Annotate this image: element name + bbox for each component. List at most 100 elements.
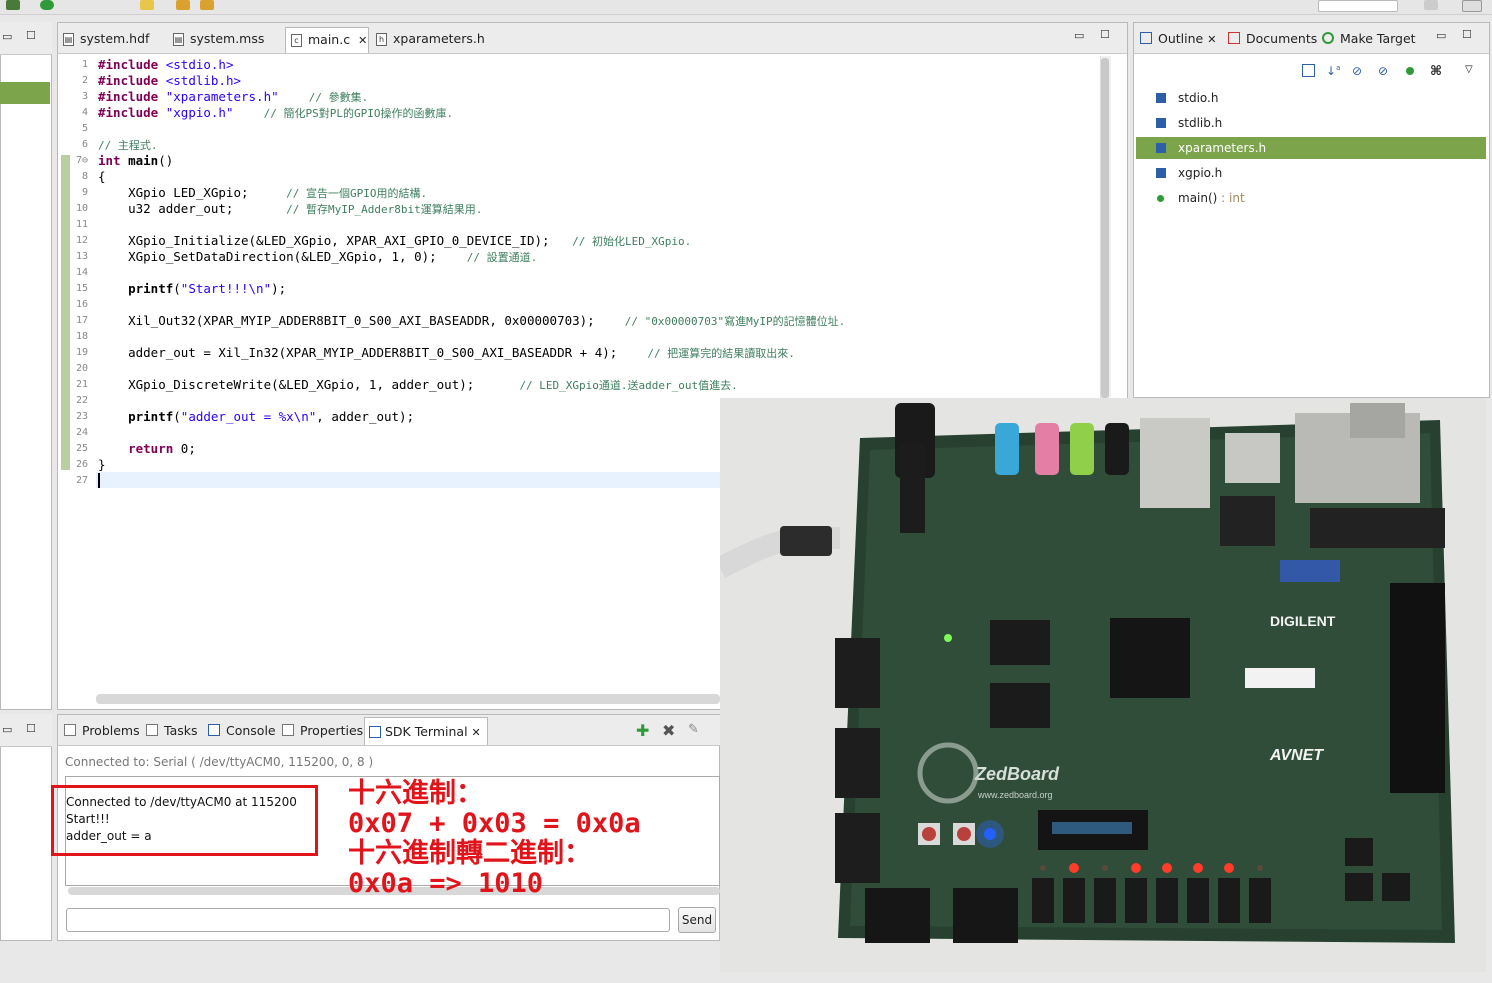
slide-switch: [1125, 878, 1147, 923]
connect-icon[interactable]: ✚: [636, 721, 649, 740]
collapse-all-icon[interactable]: [1302, 64, 1315, 77]
debug-icon[interactable]: [6, 0, 20, 10]
outline-item[interactable]: stdlib.h: [1136, 112, 1486, 134]
editor-scroll-thumb[interactable]: [1101, 58, 1109, 398]
line-number: 13: [75, 251, 88, 262]
minimize-icon[interactable]: ▭: [2, 723, 12, 736]
c-file-icon: c: [291, 34, 302, 47]
view-menu-icon[interactable]: ▽: [1465, 64, 1478, 77]
close-icon[interactable]: ✕: [1207, 33, 1216, 46]
tab-system-hdf[interactable]: ▤ system.hdf: [58, 27, 170, 53]
outline-item[interactable]: main() : int: [1136, 187, 1486, 209]
perspective-icon[interactable]: [1424, 0, 1438, 10]
outline-item[interactable]: stdio.h: [1136, 87, 1486, 109]
current-line-highlight: [96, 472, 720, 488]
tab-tasks[interactable]: Tasks: [144, 723, 198, 738]
status-led: [1193, 863, 1203, 873]
hide-fields-icon[interactable]: ⊘: [1352, 64, 1365, 78]
line-number: 11: [75, 219, 88, 230]
minimize-icon[interactable]: ▭: [1436, 29, 1446, 42]
bottom-left-view-header: ▭ ☐: [0, 714, 52, 747]
documents-icon: [1228, 32, 1240, 44]
code-line: u32 adder_out; // 暫存MyIP_Adder8bit運算結果用.: [98, 201, 483, 216]
disconnect-icon[interactable]: ✖: [662, 721, 675, 740]
quick-access-field[interactable]: [1318, 0, 1398, 12]
tab-xparameters-h[interactable]: h xparameters.h: [371, 27, 489, 53]
tab-outline[interactable]: Outline ✕: [1138, 31, 1216, 46]
line-number: 18: [75, 331, 88, 342]
line-number: 9: [81, 187, 88, 198]
code-line: XGpio_Initialize(&LED_XGpio, XPAR_AXI_GP…: [98, 233, 692, 248]
include-icon: [1156, 143, 1166, 153]
left-view-selected-item[interactable]: [0, 82, 50, 104]
line-number: 21: [75, 379, 88, 390]
outline-item[interactable]: xgpio.h: [1136, 162, 1486, 184]
maximize-icon[interactable]: ☐: [1462, 28, 1472, 41]
group-icon[interactable]: ⌘: [1430, 64, 1443, 79]
annotation-line: 0x07 + 0x03 = 0x0a: [348, 808, 641, 839]
line-number: 6: [81, 139, 88, 150]
send-input[interactable]: [66, 908, 670, 932]
tab-main-c[interactable]: c main.c ✕: [285, 27, 369, 53]
back-icon[interactable]: [176, 0, 190, 10]
status-led: [1162, 863, 1172, 873]
outline-item-selected[interactable]: xparameters.h: [1136, 137, 1486, 159]
code-line: XGpio_SetDataDirection(&LED_XGpio, 1, 0)…: [98, 249, 538, 264]
build-icon[interactable]: [140, 0, 154, 10]
slide-switch: [1063, 878, 1085, 923]
zedboard-illustration: DIGILENT AVNET ZedBoard www.zedboard.org: [720, 398, 1486, 972]
line-number: 14: [75, 267, 88, 278]
function-icon: [1157, 195, 1164, 202]
tab-make-target[interactable]: Make Target: [1320, 31, 1416, 46]
status-led: [1257, 865, 1263, 871]
line-number: 4: [81, 107, 88, 118]
minimize-icon[interactable]: ▭: [2, 30, 12, 43]
sort-icon[interactable]: ↓a: [1326, 64, 1340, 78]
tab-system-mss[interactable]: ▤ system.mss: [168, 27, 284, 53]
hide-non-public-icon[interactable]: [1406, 67, 1414, 75]
maximize-icon[interactable]: ☐: [26, 29, 36, 42]
zedboard-url: www.zedboard.org: [977, 790, 1053, 800]
code-line: int main(): [98, 153, 174, 168]
digilent-logo: DIGILENT: [1270, 613, 1336, 629]
maximize-icon[interactable]: ☐: [26, 722, 36, 735]
close-icon[interactable]: ✕: [358, 34, 367, 47]
line-number: 8: [81, 171, 88, 182]
tab-console[interactable]: Console: [206, 723, 276, 738]
line-number: 12: [75, 235, 88, 246]
outline-icon: [1140, 32, 1152, 44]
include-icon: [1156, 118, 1166, 128]
minimize-icon[interactable]: ▭: [1074, 29, 1084, 42]
editor-horizontal-scrollbar[interactable]: [96, 694, 720, 704]
code-line: {: [98, 169, 106, 184]
code-line: adder_out = Xil_In32(XPAR_MYIP_ADDER8BIT…: [98, 345, 795, 360]
make-target-icon: [1322, 32, 1334, 44]
text-caret: [98, 473, 100, 488]
hide-static-icon[interactable]: ⊘: [1378, 64, 1391, 78]
send-button[interactable]: Send: [678, 907, 716, 933]
clear-icon[interactable]: ✎: [688, 722, 699, 737]
line-number: 19: [75, 347, 88, 358]
run-icon[interactable]: [40, 0, 54, 10]
annotation-line: 十六進制：: [348, 778, 483, 809]
slide-switch: [1249, 878, 1271, 923]
tab-problems[interactable]: Problems: [62, 723, 140, 738]
line-number: 3: [81, 91, 88, 102]
console-icon: [208, 724, 220, 736]
maximize-icon[interactable]: ☐: [1100, 28, 1110, 41]
tab-documents[interactable]: Documents: [1226, 31, 1317, 46]
tab-sdk-terminal[interactable]: SDK Terminal ✕: [364, 717, 488, 745]
forward-icon[interactable]: [200, 0, 214, 10]
slide-switch: [1032, 878, 1054, 923]
code-line: #include <stdlib.h>: [98, 73, 242, 88]
connection-status: Connected to: Serial ( /dev/ttyACM0, 115…: [65, 755, 374, 769]
main-toolbar: [0, 0, 1492, 15]
slide-switch: [1218, 878, 1240, 923]
code-line: Xil_Out32(XPAR_MYIP_ADDER8BIT_0_S00_AXI_…: [98, 313, 846, 328]
close-icon[interactable]: ✕: [472, 726, 481, 739]
annotation-line: 十六進制轉二進制：: [348, 838, 591, 869]
open-perspective-icon[interactable]: [1462, 0, 1482, 12]
editor-tab-bar: ▤ system.hdf ▤ system.mss c main.c ✕ h xparam…: [58, 23, 1127, 54]
tab-properties[interactable]: Properties: [280, 723, 363, 738]
zedboard-photo: DIGILENT AVNET ZedBoard www.zedboard.org: [720, 398, 1486, 972]
